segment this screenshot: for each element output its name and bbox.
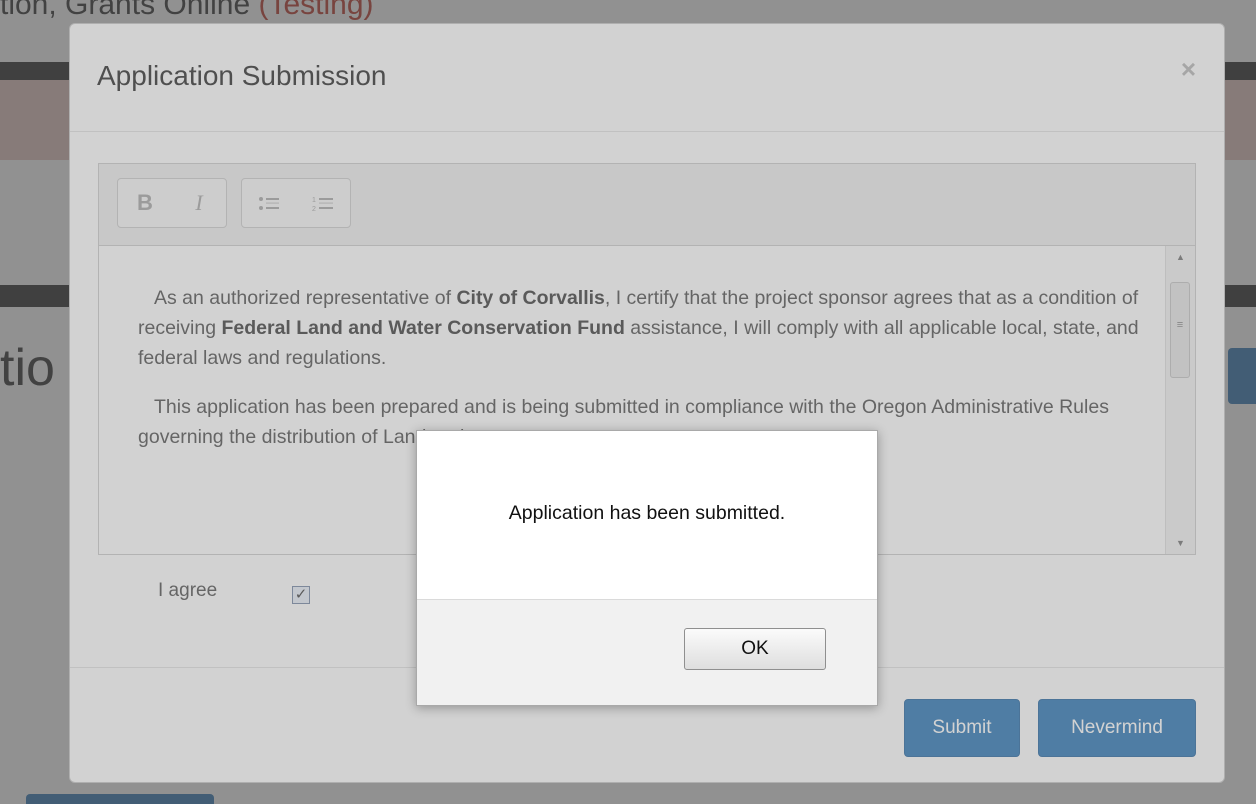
alert-dialog: Application has been submitted. OK (416, 430, 878, 706)
ok-button[interactable]: OK (684, 628, 826, 670)
alert-message: Application has been submitted. (508, 502, 786, 524)
alert-footer: OK (417, 599, 877, 705)
